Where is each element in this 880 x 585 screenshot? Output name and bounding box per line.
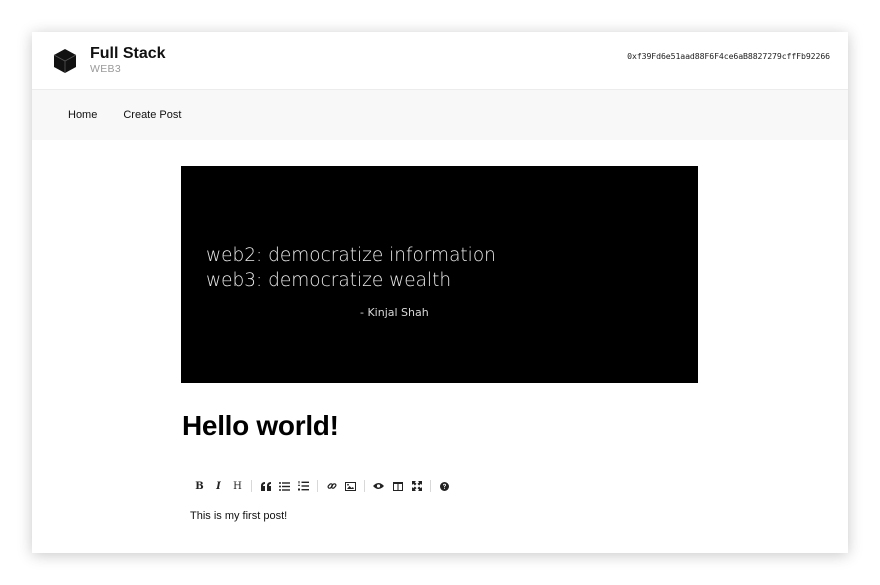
image-button[interactable] — [341, 478, 360, 494]
account-address: 0xf39Fd6e51aad88F6F4ce6aB8827279cffFb922… — [627, 51, 830, 61]
nav-create-post-link[interactable]: Create Post — [123, 109, 181, 121]
toolbar-divider — [317, 480, 318, 492]
heading-button[interactable]: H — [228, 478, 247, 494]
fullscreen-icon — [411, 481, 422, 491]
toolbar-divider — [251, 480, 252, 492]
post-body[interactable]: This is my first post! — [190, 510, 287, 522]
fullscreen-button[interactable] — [407, 478, 426, 494]
ordered-list-button[interactable] — [294, 478, 313, 494]
unordered-list-icon — [279, 481, 290, 491]
eye-icon — [373, 483, 384, 489]
cover-attribution: - Kinjal Shah — [360, 306, 429, 319]
link-button[interactable] — [322, 478, 341, 494]
bold-button[interactable]: B — [190, 478, 209, 494]
side-by-side-button[interactable] — [388, 478, 407, 494]
ordered-list-icon — [298, 481, 309, 491]
cover-image: web2: democratize information web3: demo… — [181, 166, 698, 383]
cube-icon — [53, 48, 77, 73]
editor-toolbar: B I H — [190, 478, 454, 494]
logo[interactable]: Full Stack WEB3 — [52, 46, 166, 75]
toolbar-divider — [430, 480, 431, 492]
preview-button[interactable] — [369, 478, 388, 494]
cover-line-1: web2: democratize information — [206, 245, 496, 266]
brand-title: Full Stack — [90, 45, 166, 63]
header: Full Stack WEB3 0xf39Fd6e51aad88F6F4ce6a… — [32, 32, 848, 90]
help-button[interactable] — [435, 478, 454, 494]
nav-home-link[interactable]: Home — [68, 109, 97, 121]
italic-button[interactable]: I — [209, 478, 228, 494]
link-icon — [326, 483, 337, 489]
brand: Full Stack WEB3 — [90, 46, 166, 75]
nav-bar: Home Create Post — [32, 90, 848, 140]
brand-subtitle: WEB3 — [90, 63, 121, 76]
toolbar-divider — [364, 480, 365, 492]
unordered-list-button[interactable] — [275, 478, 294, 494]
quote-button[interactable] — [256, 478, 275, 494]
quote-icon — [260, 481, 271, 491]
help-icon — [440, 481, 449, 491]
columns-icon — [392, 481, 403, 491]
cover-line-2: web3: democratize wealth — [206, 270, 452, 291]
app-window: Full Stack WEB3 0xf39Fd6e51aad88F6F4ce6a… — [32, 32, 848, 553]
post-title: Hello world! — [182, 410, 339, 441]
image-icon — [345, 481, 356, 491]
